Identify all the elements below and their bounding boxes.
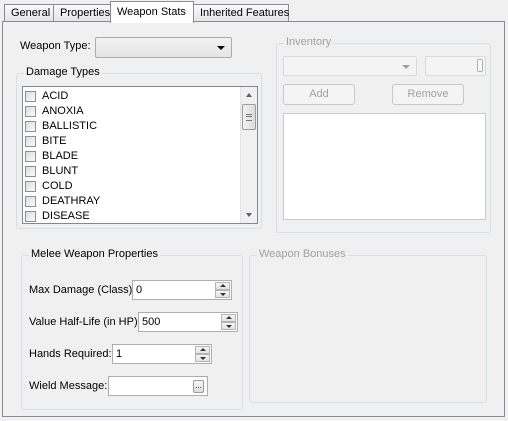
half-life-spinner[interactable]: 500 (138, 312, 238, 332)
hands-required-spinner[interactable]: 1 (112, 344, 212, 364)
tab-weapon-stats-label: Weapon Stats (117, 6, 186, 18)
spin-up-icon[interactable] (215, 282, 230, 290)
hands-required-label: Hands Required: (29, 348, 112, 360)
checkbox[interactable] (25, 196, 36, 207)
wield-message-field[interactable]: ... (108, 376, 208, 396)
inventory-title: Inventory (284, 36, 334, 48)
damage-type-label: BLADE (42, 150, 79, 162)
checkbox[interactable] (25, 211, 36, 222)
max-damage-spinner[interactable]: 0 (132, 280, 232, 300)
slider-knob-icon (477, 59, 483, 72)
damage-type-label: ACID (42, 90, 69, 102)
damage-types-scrollbar[interactable] (240, 87, 257, 223)
inventory-list[interactable] (283, 113, 486, 220)
inventory-group: Inventory Add Remove (276, 36, 491, 233)
weapon-bonuses-group: Weapon Bonuses (249, 248, 487, 403)
spin-down-icon[interactable] (195, 354, 210, 362)
tab-properties[interactable]: Properties (53, 4, 112, 22)
damage-type-label: BLUNT (42, 165, 79, 177)
checkbox[interactable] (25, 106, 36, 117)
damage-type-item[interactable]: ACID (25, 89, 235, 104)
damage-type-label: BALLISTIC (42, 120, 98, 132)
weapon-bonuses-title: Weapon Bonuses (257, 248, 348, 260)
half-life-label: Value Half-Life (in HP): (29, 316, 141, 328)
damage-type-label: DEATHRAY (42, 195, 101, 207)
damage-type-item[interactable]: BLADE (25, 149, 235, 164)
checkbox[interactable] (25, 166, 36, 177)
weapon-stats-panel: Weapon Type: Damage Types ACID ANOXIA BALL… (2, 21, 505, 417)
damage-type-label: ANOXIA (42, 105, 84, 117)
checkbox[interactable] (25, 181, 36, 192)
damage-type-item[interactable]: BALLISTIC (25, 119, 235, 134)
damage-type-label: DISEASE (42, 210, 90, 222)
damage-type-item[interactable]: DEATHRAY (25, 194, 235, 209)
weapon-type-combo[interactable] (95, 37, 232, 58)
damage-types-title: Damage Types (24, 66, 102, 78)
damage-types-group: Damage Types ACID ANOXIA BALLISTIC BITE BLAD… (16, 66, 262, 229)
scroll-up-icon[interactable] (241, 87, 257, 103)
tab-general[interactable]: General (4, 4, 54, 22)
melee-properties-group: Melee Weapon Properties Max Damage (Clas… (21, 248, 243, 410)
tab-inherited-features[interactable]: Inherited Features (193, 4, 289, 22)
melee-properties-title: Melee Weapon Properties (29, 248, 160, 260)
spin-down-icon[interactable] (221, 322, 236, 330)
wield-message-label: Wield Message: (29, 380, 108, 392)
tab-weapon-stats[interactable]: Weapon Stats (110, 1, 194, 23)
tab-general-label: General (11, 7, 51, 19)
spin-down-icon[interactable] (215, 290, 230, 298)
add-button[interactable]: Add (283, 84, 355, 105)
weapon-type-label: Weapon Type: (20, 40, 91, 52)
scroll-down-icon[interactable] (241, 207, 257, 223)
damage-type-item[interactable]: ANOXIA (25, 104, 235, 119)
half-life-value: 500 (142, 316, 161, 328)
inventory-quantity-input[interactable] (425, 56, 486, 76)
spin-up-icon[interactable] (195, 346, 210, 354)
chevron-down-icon (402, 65, 410, 69)
checkbox[interactable] (25, 121, 36, 132)
scroll-thumb[interactable] (242, 104, 256, 130)
damage-type-label: BITE (42, 135, 67, 147)
damage-type-item[interactable]: DISEASE (25, 209, 235, 224)
chevron-down-icon (217, 46, 225, 50)
damage-type-item[interactable]: BITE (25, 134, 235, 149)
damage-type-label: COLD (42, 180, 73, 192)
damage-type-item[interactable]: COLD (25, 179, 235, 194)
hands-required-value: 1 (116, 348, 123, 360)
checkbox[interactable] (25, 136, 36, 147)
max-damage-label: Max Damage (Class): (29, 284, 136, 296)
spin-up-icon[interactable] (221, 314, 236, 322)
tab-inherited-features-label: Inherited Features (200, 7, 290, 19)
ellipsis-button[interactable]: ... (193, 380, 204, 393)
checkbox[interactable] (25, 151, 36, 162)
inventory-combo[interactable] (283, 56, 417, 76)
damage-type-item[interactable]: BLUNT (25, 164, 235, 179)
checkbox[interactable] (25, 91, 36, 102)
damage-types-list[interactable]: ACID ANOXIA BALLISTIC BITE BLADE BLUNT COLD DEA… (22, 86, 258, 224)
max-damage-value: 0 (136, 284, 143, 296)
remove-button[interactable]: Remove (392, 84, 464, 105)
tab-properties-label: Properties (60, 7, 111, 19)
